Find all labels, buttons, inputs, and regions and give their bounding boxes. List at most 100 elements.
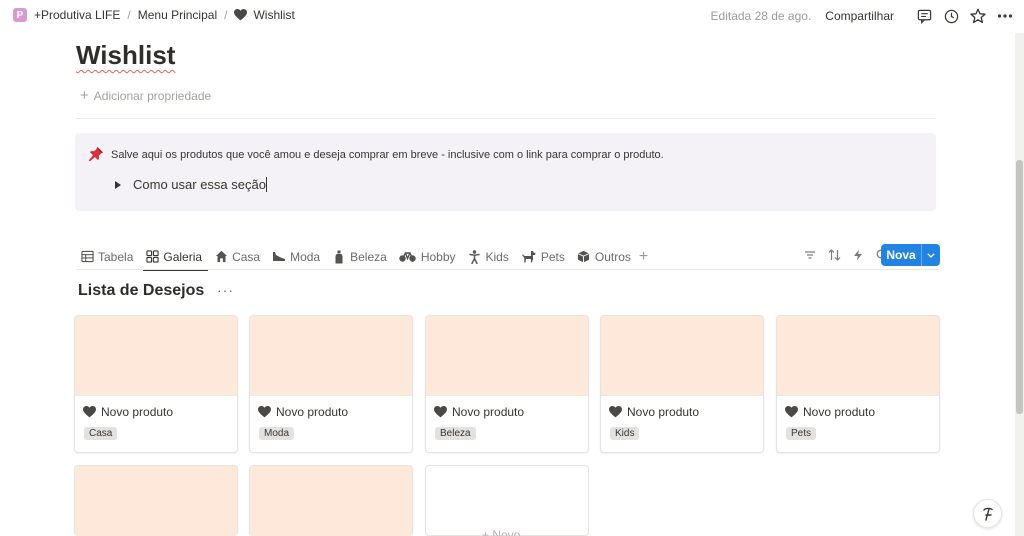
heart-icon	[258, 406, 271, 418]
tab-label: Moda	[290, 249, 321, 264]
card-title: Novo produto	[434, 405, 524, 419]
card-cover	[75, 466, 237, 536]
breadcrumb-separator: /	[224, 8, 228, 22]
card-title: Novo produto	[83, 405, 173, 419]
help-icon	[982, 507, 993, 521]
tab-galeria[interactable]: Galeria	[143, 244, 208, 271]
tab-beleza[interactable]: Beleza	[332, 244, 387, 269]
card-cover	[426, 316, 588, 396]
table-icon	[80, 250, 94, 264]
toggle-block-label[interactable]: Como usar essa seção	[133, 177, 267, 192]
tabs-divider	[76, 269, 938, 270]
tab-kids[interactable]: Kids	[468, 244, 509, 269]
card-title-text: Novo produto	[627, 405, 700, 419]
tab-label: Beleza	[350, 249, 387, 264]
bike-icon	[399, 250, 417, 264]
sort-icon[interactable]	[826, 247, 842, 263]
heart-icon	[83, 406, 96, 418]
page-title[interactable]: Wishlist	[76, 40, 175, 71]
add-view-icon[interactable]: +	[639, 248, 648, 266]
card-title-text: Novo produto	[452, 405, 525, 419]
gallery-card[interactable]: Novo produto Moda	[249, 315, 413, 453]
child-icon	[468, 249, 482, 264]
card-title-text: Novo produto	[101, 405, 174, 419]
callout-block[interactable]: Salve aqui os produtos que você amou e d…	[75, 133, 936, 211]
more-icon[interactable]	[996, 7, 1014, 25]
new-button-label: Nova	[886, 248, 916, 262]
pushpin-icon	[88, 147, 103, 162]
gallery-card[interactable]	[249, 465, 413, 536]
tab-moda[interactable]: Moda	[272, 244, 320, 269]
share-button[interactable]: Compartilhar	[825, 9, 894, 23]
tab-label: Kids	[485, 249, 509, 264]
breadcrumb-item-menu[interactable]: Menu Principal	[138, 8, 217, 22]
breadcrumb-item-workspace[interactable]: +Produtiva LIFE	[34, 8, 120, 22]
card-title-text: Novo produto	[276, 405, 349, 419]
card-title: Novo produto	[609, 405, 699, 419]
breadcrumb-separator: /	[127, 8, 131, 22]
toggle-block-text: Como usar essa seção	[133, 177, 266, 192]
tab-tabela[interactable]: Tabela	[80, 244, 133, 269]
list-more-button[interactable]: ···	[217, 282, 234, 298]
breadcrumb-item-wishlist[interactable]: Wishlist	[234, 8, 295, 22]
comment-icon[interactable]	[915, 7, 933, 25]
shoe-icon	[272, 250, 286, 264]
scrollbar-thumb[interactable]	[1016, 160, 1023, 414]
card-title: Novo produto	[785, 405, 875, 419]
toggle-triangle-icon[interactable]	[115, 181, 121, 189]
gallery-card[interactable]: Novo produto Beleza	[425, 315, 589, 453]
add-property-label: Adicionar propriedade	[93, 89, 212, 103]
help-button[interactable]	[973, 499, 1002, 528]
view-tabs: Tabela Galeria Casa Moda Beleza Hobby Ki…	[80, 244, 648, 271]
workspace-logo-icon[interactable]: P	[13, 8, 27, 22]
add-property-button[interactable]: + Adicionar propriedade	[80, 88, 212, 103]
heart-icon	[234, 9, 247, 21]
card-cover	[250, 466, 412, 536]
tab-pets[interactable]: Pets	[521, 244, 565, 269]
list-title[interactable]: Lista de Desejos	[78, 282, 204, 300]
card-cover	[75, 316, 237, 396]
card-cover	[250, 316, 412, 396]
edited-timestamp: Editada 28 de ago.	[710, 9, 812, 23]
tab-hobby[interactable]: Hobby	[399, 244, 456, 269]
breadcrumb: P +Produtiva LIFE / Menu Principal / Wis…	[13, 8, 295, 22]
heart-icon	[785, 406, 798, 418]
top-bar: P +Produtiva LIFE / Menu Principal / Wis…	[0, 0, 1024, 33]
box-icon	[577, 250, 591, 264]
tab-label: Outros	[594, 249, 631, 264]
breadcrumb-item-wishlist-label: Wishlist	[253, 8, 295, 22]
callout-text[interactable]: Salve aqui os produtos que você amou e d…	[111, 149, 664, 161]
clock-icon[interactable]	[942, 7, 960, 25]
tab-label: Tabela	[98, 249, 134, 264]
topbar-actions: Editada 28 de ago. Compartilhar	[711, 7, 1014, 25]
tab-label: Hobby	[420, 249, 456, 264]
new-button[interactable]: Nova	[881, 244, 940, 266]
new-card-label: + Novo	[482, 528, 521, 536]
card-cover	[601, 316, 763, 396]
card-cover	[777, 316, 939, 396]
tab-label: Galeria	[163, 249, 203, 264]
text-caret	[265, 177, 267, 192]
filter-icon[interactable]	[802, 247, 818, 263]
category-tag: Moda	[259, 427, 295, 440]
tab-casa[interactable]: Casa	[214, 244, 260, 269]
heart-icon	[609, 406, 622, 418]
gallery-icon	[145, 250, 159, 264]
tab-label: Pets	[540, 249, 565, 264]
house-icon	[214, 250, 228, 264]
heart-icon	[434, 406, 447, 418]
new-card-button[interactable]: + Novo	[425, 465, 589, 536]
category-tag: Casa	[84, 427, 118, 440]
tab-label: Casa	[232, 249, 261, 264]
divider	[76, 118, 936, 119]
chevron-down-icon[interactable]	[922, 252, 940, 258]
dog-icon	[521, 250, 537, 264]
card-title: Novo produto	[258, 405, 348, 419]
gallery-card[interactable]: Novo produto Pets	[776, 315, 940, 453]
star-icon[interactable]	[969, 7, 987, 25]
gallery-card[interactable]: Novo produto Kids	[600, 315, 764, 453]
automation-icon[interactable]	[850, 247, 866, 263]
gallery-card[interactable]	[74, 465, 238, 536]
tab-outros[interactable]: Outros	[577, 244, 631, 269]
gallery-card[interactable]: Novo produto Casa	[74, 315, 238, 453]
